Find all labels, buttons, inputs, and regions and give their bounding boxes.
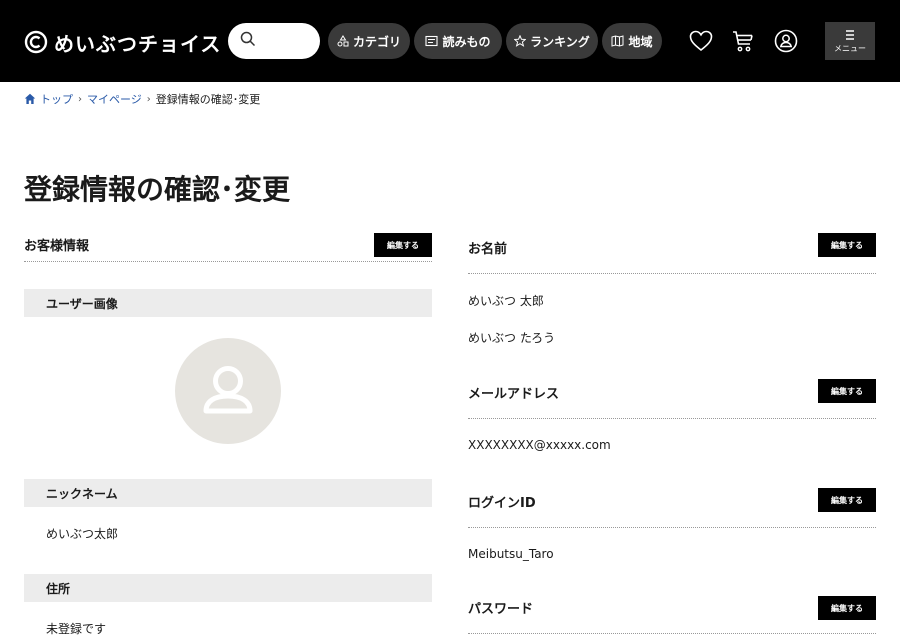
email-header: メールアドレス 編集する	[468, 377, 876, 419]
nav-reading-label: 読みもの	[442, 34, 491, 49]
category-icon	[337, 35, 349, 47]
name-kana-value: めいぶつ たろう	[468, 331, 556, 345]
article-icon	[425, 35, 439, 47]
map-icon	[611, 35, 624, 47]
address-value: 未登録です	[46, 622, 107, 636]
search-input[interactable]	[260, 34, 310, 48]
site-header: めいぶつチョイス カテゴリ 読みもの ランキング 地域 メニュー	[0, 0, 900, 82]
breadcrumb-mypage-link[interactable]: マイページ	[87, 91, 142, 107]
hamburger-icon	[846, 29, 854, 40]
nav-ranking-label: ランキング	[530, 34, 590, 49]
name-value: めいぶつ 太郎	[468, 294, 544, 308]
address-label: 住所	[24, 574, 432, 602]
menu-button[interactable]: メニュー	[825, 22, 875, 60]
chevron-right-icon: ›	[146, 93, 151, 105]
star-icon	[514, 35, 527, 47]
name-title: お名前	[468, 242, 508, 257]
user-image-label: ユーザー画像	[24, 289, 432, 317]
email-section: メールアドレス 編集する XXXXXXXX@xxxxx.com	[468, 377, 876, 452]
name-header: お名前 編集する	[468, 228, 876, 274]
site-logo[interactable]: めいぶつチョイス	[24, 27, 221, 57]
login-id-value: Meibutsu_Taro	[468, 547, 554, 561]
menu-label: メニュー	[834, 43, 866, 53]
nav-category-button[interactable]: カテゴリ	[328, 23, 410, 59]
nav-reading-button[interactable]: 読みもの	[414, 23, 502, 59]
logo-text: めいぶつチョイス	[54, 31, 222, 56]
page-title: 登録情報の確認･変更	[24, 173, 291, 206]
nav-category-label: カテゴリ	[352, 34, 401, 49]
nickname-value: めいぶつ太郎	[46, 527, 119, 541]
user-placeholder-icon	[203, 366, 253, 414]
customer-info-section: お客様情報 編集する ユーザー画像 ニックネーム めいぶつ太郎 住所 未登録です	[24, 228, 432, 636]
customer-info-header: お客様情報 編集する	[24, 228, 432, 262]
password-edit-button[interactable]: 編集する	[818, 596, 876, 620]
login-id-section: ログインID 編集する Meibutsu_Taro	[468, 486, 876, 561]
login-id-header: ログインID 編集する	[468, 486, 876, 528]
nickname-label: ニックネーム	[24, 479, 432, 507]
email-value: XXXXXXXX@xxxxx.com	[468, 438, 611, 452]
customer-info-title: お客様情報	[24, 239, 90, 254]
nav-area-button[interactable]: 地域	[602, 23, 662, 59]
customer-info-edit-button[interactable]: 編集する	[374, 233, 432, 257]
search-box[interactable]	[228, 23, 320, 59]
password-title: パスワード	[468, 602, 534, 617]
password-section: パスワード 編集する	[468, 592, 876, 634]
login-id-title: ログインID	[468, 496, 536, 511]
email-edit-button[interactable]: 編集する	[818, 379, 876, 403]
home-icon[interactable]	[24, 93, 36, 105]
password-header: パスワード 編集する	[468, 592, 876, 634]
chevron-right-icon: ›	[78, 93, 82, 105]
search-icon[interactable]	[240, 31, 256, 51]
name-edit-button[interactable]: 編集する	[818, 233, 876, 257]
user-avatar	[175, 338, 281, 444]
account-icon[interactable]	[773, 28, 799, 54]
breadcrumb-current: 登録情報の確認･変更	[155, 93, 261, 106]
nav-ranking-button[interactable]: ランキング	[506, 23, 598, 59]
login-id-edit-button[interactable]: 編集する	[818, 488, 876, 512]
cart-icon[interactable]	[730, 28, 756, 54]
logo-mark-icon	[24, 30, 48, 54]
favorites-heart-icon[interactable]	[688, 28, 714, 54]
email-title: メールアドレス	[468, 387, 560, 402]
nav-area-label: 地域	[628, 34, 653, 49]
name-section: お名前 編集する めいぶつ 太郎 めいぶつ たろう	[468, 228, 876, 345]
breadcrumb-top-link[interactable]: トップ	[40, 91, 73, 107]
breadcrumb: トップ › マイページ › 登録情報の確認･変更	[24, 91, 260, 107]
